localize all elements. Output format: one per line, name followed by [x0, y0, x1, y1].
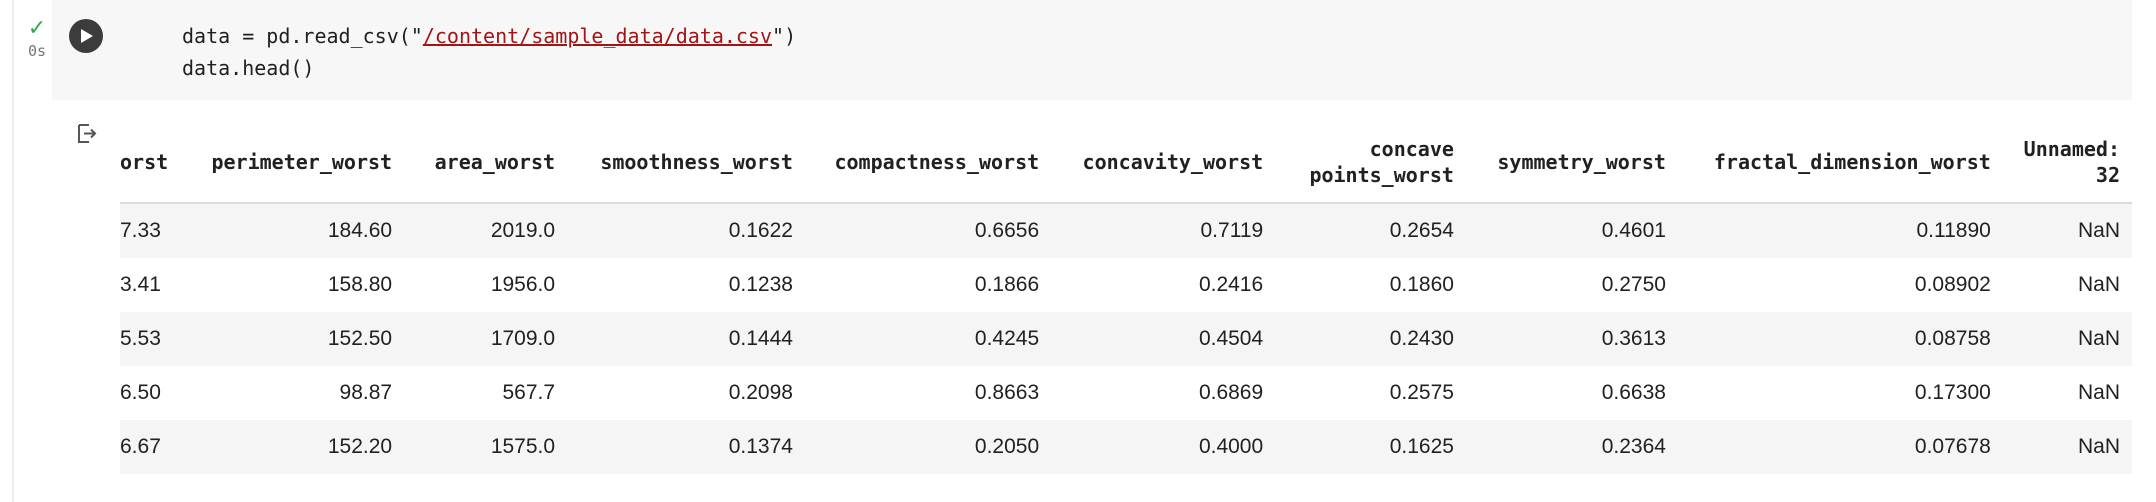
table-cell: 0.08758 — [1677, 312, 2003, 366]
table-row: 3.41 158.80 1956.0 0.1238 0.1866 0.2416 0.1860… — [120, 258, 2132, 312]
table-cell: 0.2750 — [1601, 273, 1666, 296]
column-header: concave points_worst — [1275, 122, 1466, 204]
table-row: 6.67 152.20 1575.0 0.1374 0.2050 0.4000 0.1625… — [120, 420, 2132, 474]
column-header-label: Unnamed: — [2023, 137, 2120, 161]
table-cell: 0.3613 — [1465, 312, 1678, 366]
table-cell: 6.50 — [120, 381, 161, 404]
column-header: fractal_dimension_worst — [1677, 122, 2003, 204]
table-cell: 0.8663 — [974, 381, 1040, 404]
table-row: 6.50 98.87 567.7 0.2098 0.8663 0.6869 0.2575 0.… — [120, 366, 2132, 420]
column-header-label: 32 — [2095, 163, 2120, 187]
table-cell: NaN — [2002, 312, 2132, 366]
table-cell: 0.4601 — [1465, 203, 1678, 258]
table-cell: 0.2654 — [1275, 203, 1466, 258]
column-header-label: fractal_dimension_worst — [1713, 150, 1991, 174]
table-row: 7.33 184.60 2019.0 0.1622 0.6656 0.7119 0.2654… — [120, 203, 2132, 258]
column-header: smoothness_worst — [567, 122, 805, 204]
table-cell: 0.1625 — [1275, 420, 1466, 474]
column-header: symmetry_worst — [1465, 122, 1678, 204]
table-cell: 1709.0 — [404, 312, 568, 366]
column-header-label: points_worst — [1309, 163, 1454, 187]
output-redirect-icon — [78, 124, 97, 143]
column-header: Unnamed: 32 — [2002, 122, 2132, 204]
table-row: 5.53 152.50 1709.0 0.1444 0.4245 0.4504 0.2430… — [120, 312, 2132, 366]
check-icon: ✓ — [27, 16, 47, 41]
table-cell: 0.1860 — [1389, 273, 1454, 296]
table-cell: 184.60 — [181, 203, 405, 258]
table-cell: 152.50 — [181, 312, 405, 366]
column-header: perimeter_worst — [181, 122, 405, 204]
column-header: orst — [120, 122, 182, 204]
table-cell: 6.67 — [120, 420, 182, 474]
table-cell: 1575.0 — [404, 420, 568, 474]
table-cell: 0.6869 — [1198, 381, 1264, 404]
code-text: ") — [772, 24, 797, 48]
play-icon — [81, 29, 93, 43]
table-cell: 0.4504 — [1051, 312, 1276, 366]
code-text: data.head() — [182, 56, 315, 80]
execution-time: 0s — [27, 42, 47, 60]
column-header: compactness_worst — [804, 122, 1052, 204]
table-cell: 0.2364 — [1465, 420, 1678, 474]
dataframe-table: orst perimeter_worst area_worst smoothness_… — [120, 122, 2132, 474]
table-cell: 0.4000 — [1051, 420, 1276, 474]
table-header-row: orst perimeter_worst area_worst smoothness_… — [120, 122, 2132, 204]
table-cell: 0.17300 — [1914, 381, 1991, 404]
code-cell[interactable]: data = pd.read_csv("/content/sample_data… — [52, 0, 2132, 100]
table-cell: 0.2430 — [1275, 312, 1466, 366]
column-header-label: smoothness_worst — [600, 150, 793, 174]
run-cell-button[interactable] — [69, 19, 103, 53]
table-cell: NaN — [2002, 203, 2132, 258]
table-cell: 152.20 — [181, 420, 405, 474]
table-cell: 0.07678 — [1677, 420, 2003, 474]
table-cell: 3.41 — [120, 273, 161, 296]
cell-gutter-line — [12, 0, 14, 502]
column-header-label: compactness_worst — [834, 150, 1040, 174]
dataframe-output: orst perimeter_worst area_worst smoothness_… — [120, 122, 2132, 474]
table-cell: 5.53 — [120, 312, 182, 366]
table-cell: 0.6656 — [804, 203, 1052, 258]
table-cell: NaN — [2002, 420, 2132, 474]
table-cell: 0.1622 — [567, 203, 805, 258]
code-editor[interactable]: data = pd.read_csv("/content/sample_data… — [182, 20, 796, 84]
column-header-label: concavity_worst — [1082, 150, 1264, 174]
table-cell: 0.1238 — [728, 273, 793, 296]
code-text: data = pd.read_csv(" — [182, 24, 423, 48]
table-cell: 0.6638 — [1601, 381, 1666, 404]
csv-path-string: /content/sample_data/data.csv — [422, 24, 773, 48]
column-header: area_worst — [404, 122, 568, 204]
table-cell: 0.1866 — [974, 273, 1040, 296]
table-cell: 0.2050 — [804, 420, 1052, 474]
output-actions-button[interactable] — [75, 122, 99, 151]
table-cell: 567.7 — [502, 381, 556, 404]
column-header-label: orst — [120, 150, 169, 174]
table-cell: 1956.0 — [490, 273, 556, 296]
column-header-label: perimeter_worst — [211, 150, 393, 174]
table-cell: 0.4245 — [804, 312, 1052, 366]
table-cell: 0.2575 — [1389, 381, 1454, 404]
table-cell: NaN — [2077, 381, 2120, 404]
table-cell: 7.33 — [120, 203, 182, 258]
table-cell: 0.1444 — [567, 312, 805, 366]
table-cell: 0.11890 — [1677, 203, 2003, 258]
column-header: concavity_worst — [1051, 122, 1276, 204]
table-cell: 0.1374 — [567, 420, 805, 474]
execution-status: ✓ 0s — [20, 16, 54, 61]
table-cell: 2019.0 — [404, 203, 568, 258]
table-cell: 0.2098 — [728, 381, 793, 404]
table-cell: NaN — [2077, 273, 2120, 296]
table-cell: 98.87 — [339, 381, 393, 404]
table-cell: 0.7119 — [1051, 203, 1276, 258]
table-cell: 0.2416 — [1198, 273, 1264, 296]
column-header-label: concave — [1369, 137, 1454, 161]
column-header-label: area_worst — [434, 150, 556, 174]
table-cell: 0.08902 — [1914, 273, 1991, 296]
column-header-label: symmetry_worst — [1497, 150, 1666, 174]
table-cell: 158.80 — [327, 273, 393, 296]
